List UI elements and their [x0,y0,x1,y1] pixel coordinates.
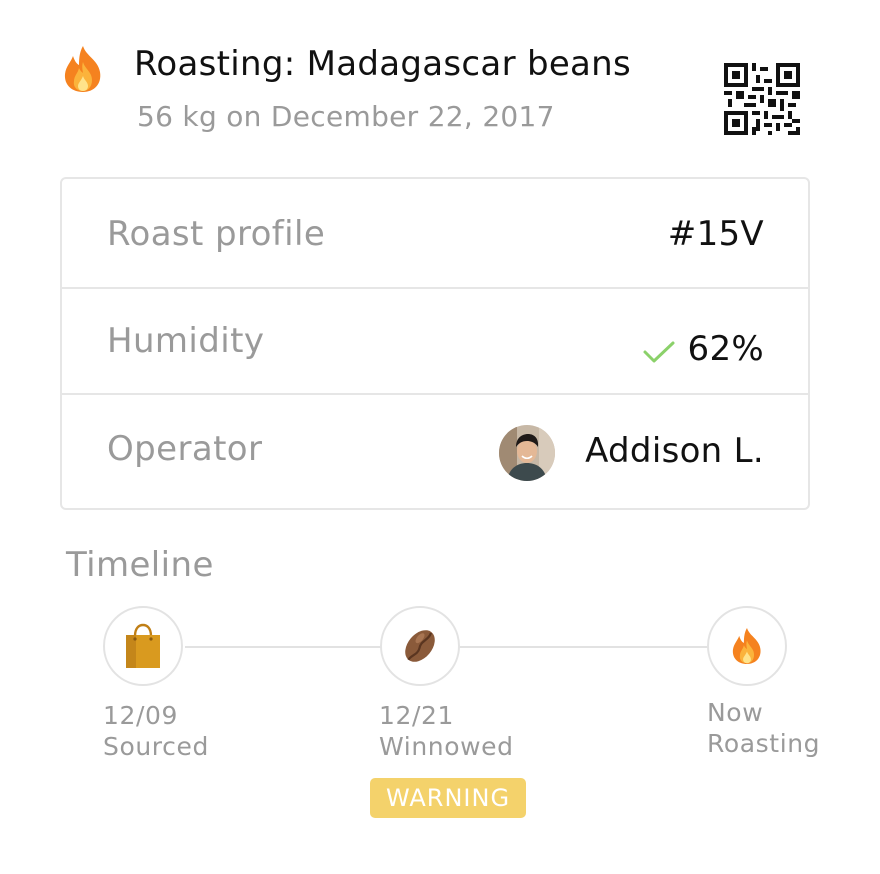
roast-profile-value[interactable]: #15V [668,214,764,254]
batch-details-card: Roast profile #15V Humidity 62% Operator… [60,177,810,510]
timeline-step-sourced[interactable] [103,606,183,686]
step-date: 12/09 [103,701,179,730]
timeline-step-winnowed-text: 12/21 Winnowed [379,700,514,762]
humidity-label: Humidity [107,321,265,361]
timeline-step-sourced-text: 12/09 Sourced [103,700,209,762]
timeline-step-winnowed[interactable] [380,606,460,686]
qr-code-icon[interactable] [724,63,800,135]
batch-subtitle: 56 kg on December 22, 2017 [137,100,555,133]
shopping-bag-icon [126,623,160,668]
timeline-title: Timeline [66,545,214,585]
page-title: Roasting: Madagascar beans [134,44,632,84]
operator-name[interactable]: Addison L. [585,431,764,471]
step-date: 12/21 [379,701,455,730]
avatar[interactable] [499,425,555,481]
checkmark-icon [642,339,676,365]
step-label: Sourced [103,732,209,761]
cocoa-bean-icon [405,630,435,662]
step-date: Now [707,698,764,727]
humidity-value: 62% [687,329,764,369]
timeline-step-roasting[interactable] [707,606,787,686]
fire-icon [732,628,761,664]
fire-icon [60,44,106,94]
warning-badge[interactable]: WARNING [370,778,526,818]
operator-label: Operator [107,429,263,469]
step-label: Roasting [707,729,821,758]
roast-profile-label: Roast profile [107,214,326,254]
timeline-step-roasting-text: Now Roasting [707,697,820,759]
step-label: Winnowed [379,732,514,761]
